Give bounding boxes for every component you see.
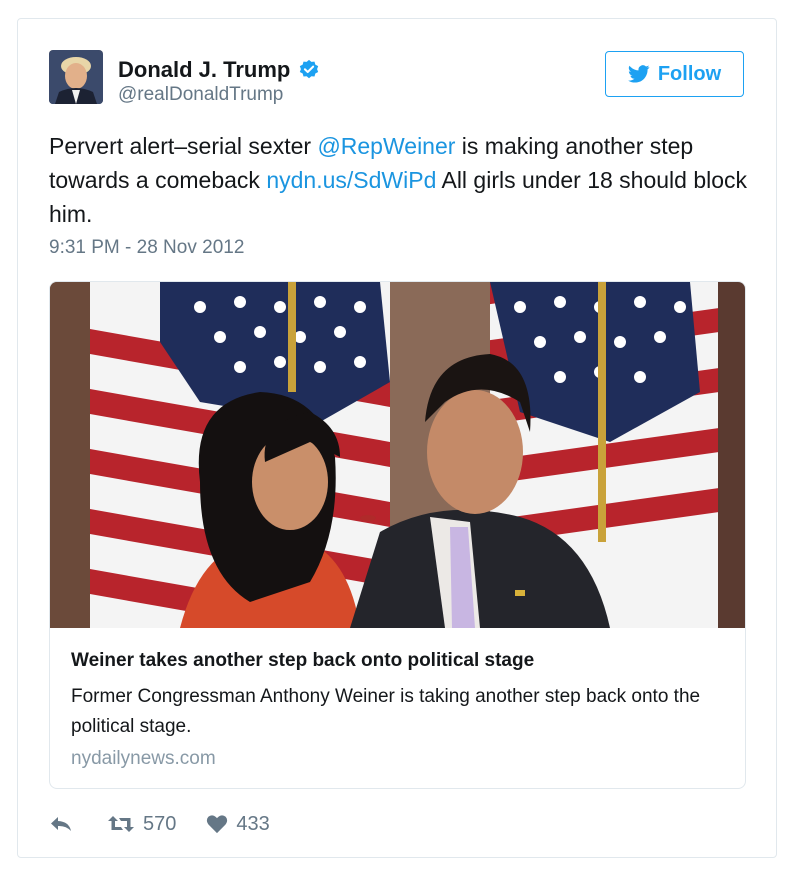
display-name[interactable]: Donald J. Trump [118,57,320,83]
heart-icon [207,815,228,834]
follow-button[interactable]: Follow [605,51,744,97]
retweet-icon [108,816,134,832]
reply-icon [51,817,71,831]
retweet-count: 570 [143,812,177,835]
url-link[interactable]: nydn.us/SdWiPd [266,167,436,193]
tweet-timestamp[interactable]: 9:31 PM - 28 Nov 2012 [49,237,244,259]
tweet-card: Donald J. Trump @realDonaldTrump Follow … [17,18,777,858]
link-preview-card[interactable]: Weiner takes another step back onto poli… [49,281,746,789]
reply-button[interactable] [49,814,73,834]
article-photo [50,282,745,628]
follow-label: Follow [657,62,722,85]
card-title: Weiner takes another step back onto poli… [71,650,535,671]
display-name-text: Donald J. Trump [118,57,291,82]
like-button[interactable]: 433 [206,812,270,836]
user-handle[interactable]: @realDonaldTrump [118,84,283,106]
like-count: 433 [236,812,270,835]
avatar-portrait-icon [49,50,103,104]
retweet-button[interactable]: 570 [107,813,176,836]
mention-link[interactable]: @RepWeiner [317,133,455,159]
avatar[interactable] [49,50,103,104]
tweet-text: Pervert alert–serial sexter @RepWeiner i… [49,129,749,231]
card-domain: nydailynews.com [71,748,216,769]
twitter-bird-icon [628,65,650,83]
card-description: Former Congressman Anthony Weiner is tak… [71,686,701,737]
tweet-text-part: Pervert alert–serial sexter [49,133,318,159]
tweet-actions: 570 433 [49,809,270,839]
verified-badge-icon [300,59,319,79]
